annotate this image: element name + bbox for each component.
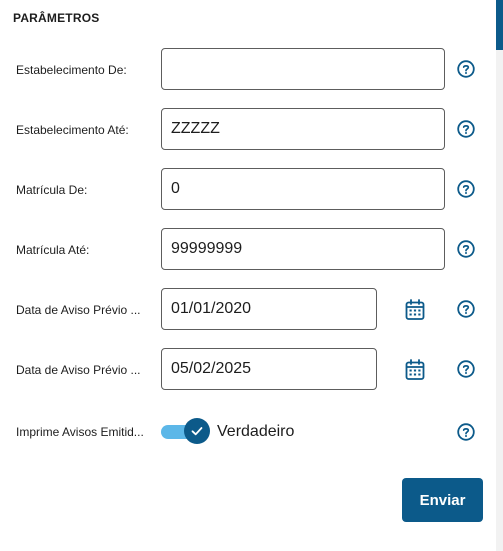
- field-row-estabelecimento-de: Estabelecimento De:: [0, 48, 495, 92]
- field-row-matricula-ate: Matrícula Até:: [0, 228, 495, 272]
- submit-button[interactable]: Enviar: [402, 478, 483, 522]
- help-circle-icon[interactable]: [457, 120, 475, 138]
- toggle-value-text: Verdadeiro: [217, 423, 295, 440]
- help-circle-icon[interactable]: [457, 300, 475, 318]
- data-aviso-previo-fim-input[interactable]: [171, 349, 366, 389]
- matricula-de-field[interactable]: [161, 168, 445, 210]
- estabelecimento-de-field[interactable]: [161, 48, 445, 90]
- field-row-matricula-de: Matrícula De:: [0, 168, 495, 212]
- section-title: PARÂMETROS: [13, 11, 100, 25]
- field-label: Estabelecimento De:: [16, 63, 127, 77]
- help-circle-icon[interactable]: [457, 240, 475, 258]
- estabelecimento-ate-field[interactable]: [161, 108, 445, 150]
- toggle-row-imprime-avisos: Imprime Avisos Emitid... Verdadeiro: [0, 417, 495, 447]
- check-icon: [191, 427, 203, 436]
- field-label: Matrícula Até:: [16, 243, 90, 257]
- matricula-ate-field[interactable]: [161, 228, 445, 270]
- data-aviso-previo-inicio-input[interactable]: [171, 289, 366, 329]
- estabelecimento-de-input[interactable]: [171, 49, 431, 89]
- scrollbar-thumb[interactable]: [496, 0, 503, 50]
- help-circle-icon[interactable]: [457, 360, 475, 378]
- help-circle-icon[interactable]: [457, 60, 475, 78]
- data-aviso-previo-fim-field[interactable]: [161, 348, 377, 390]
- toggle-knob[interactable]: [184, 418, 210, 444]
- field-label: Data de Aviso Prévio ...: [16, 363, 141, 377]
- field-row-estabelecimento-ate: Estabelecimento Até:: [0, 108, 495, 152]
- field-label: Matrícula De:: [16, 183, 88, 197]
- calendar-icon[interactable]: [405, 359, 425, 381]
- field-label: Data de Aviso Prévio ...: [16, 303, 141, 317]
- imprime-avisos-toggle[interactable]: [161, 417, 211, 447]
- toggle-label: Imprime Avisos Emitid...: [16, 425, 144, 439]
- help-circle-icon[interactable]: [457, 423, 475, 441]
- data-aviso-previo-inicio-field[interactable]: [161, 288, 377, 330]
- help-circle-icon[interactable]: [457, 180, 475, 198]
- field-row-data-aviso-previo-fim: Data de Aviso Prévio ...: [0, 348, 495, 392]
- field-label: Estabelecimento Até:: [16, 123, 129, 137]
- scrollbar[interactable]: [496, 0, 503, 551]
- matricula-de-input[interactable]: [171, 169, 431, 209]
- field-row-data-aviso-previo-inicio: Data de Aviso Prévio ...: [0, 288, 495, 332]
- estabelecimento-ate-input[interactable]: [171, 109, 431, 149]
- calendar-icon[interactable]: [405, 299, 425, 321]
- matricula-ate-input[interactable]: [171, 229, 431, 269]
